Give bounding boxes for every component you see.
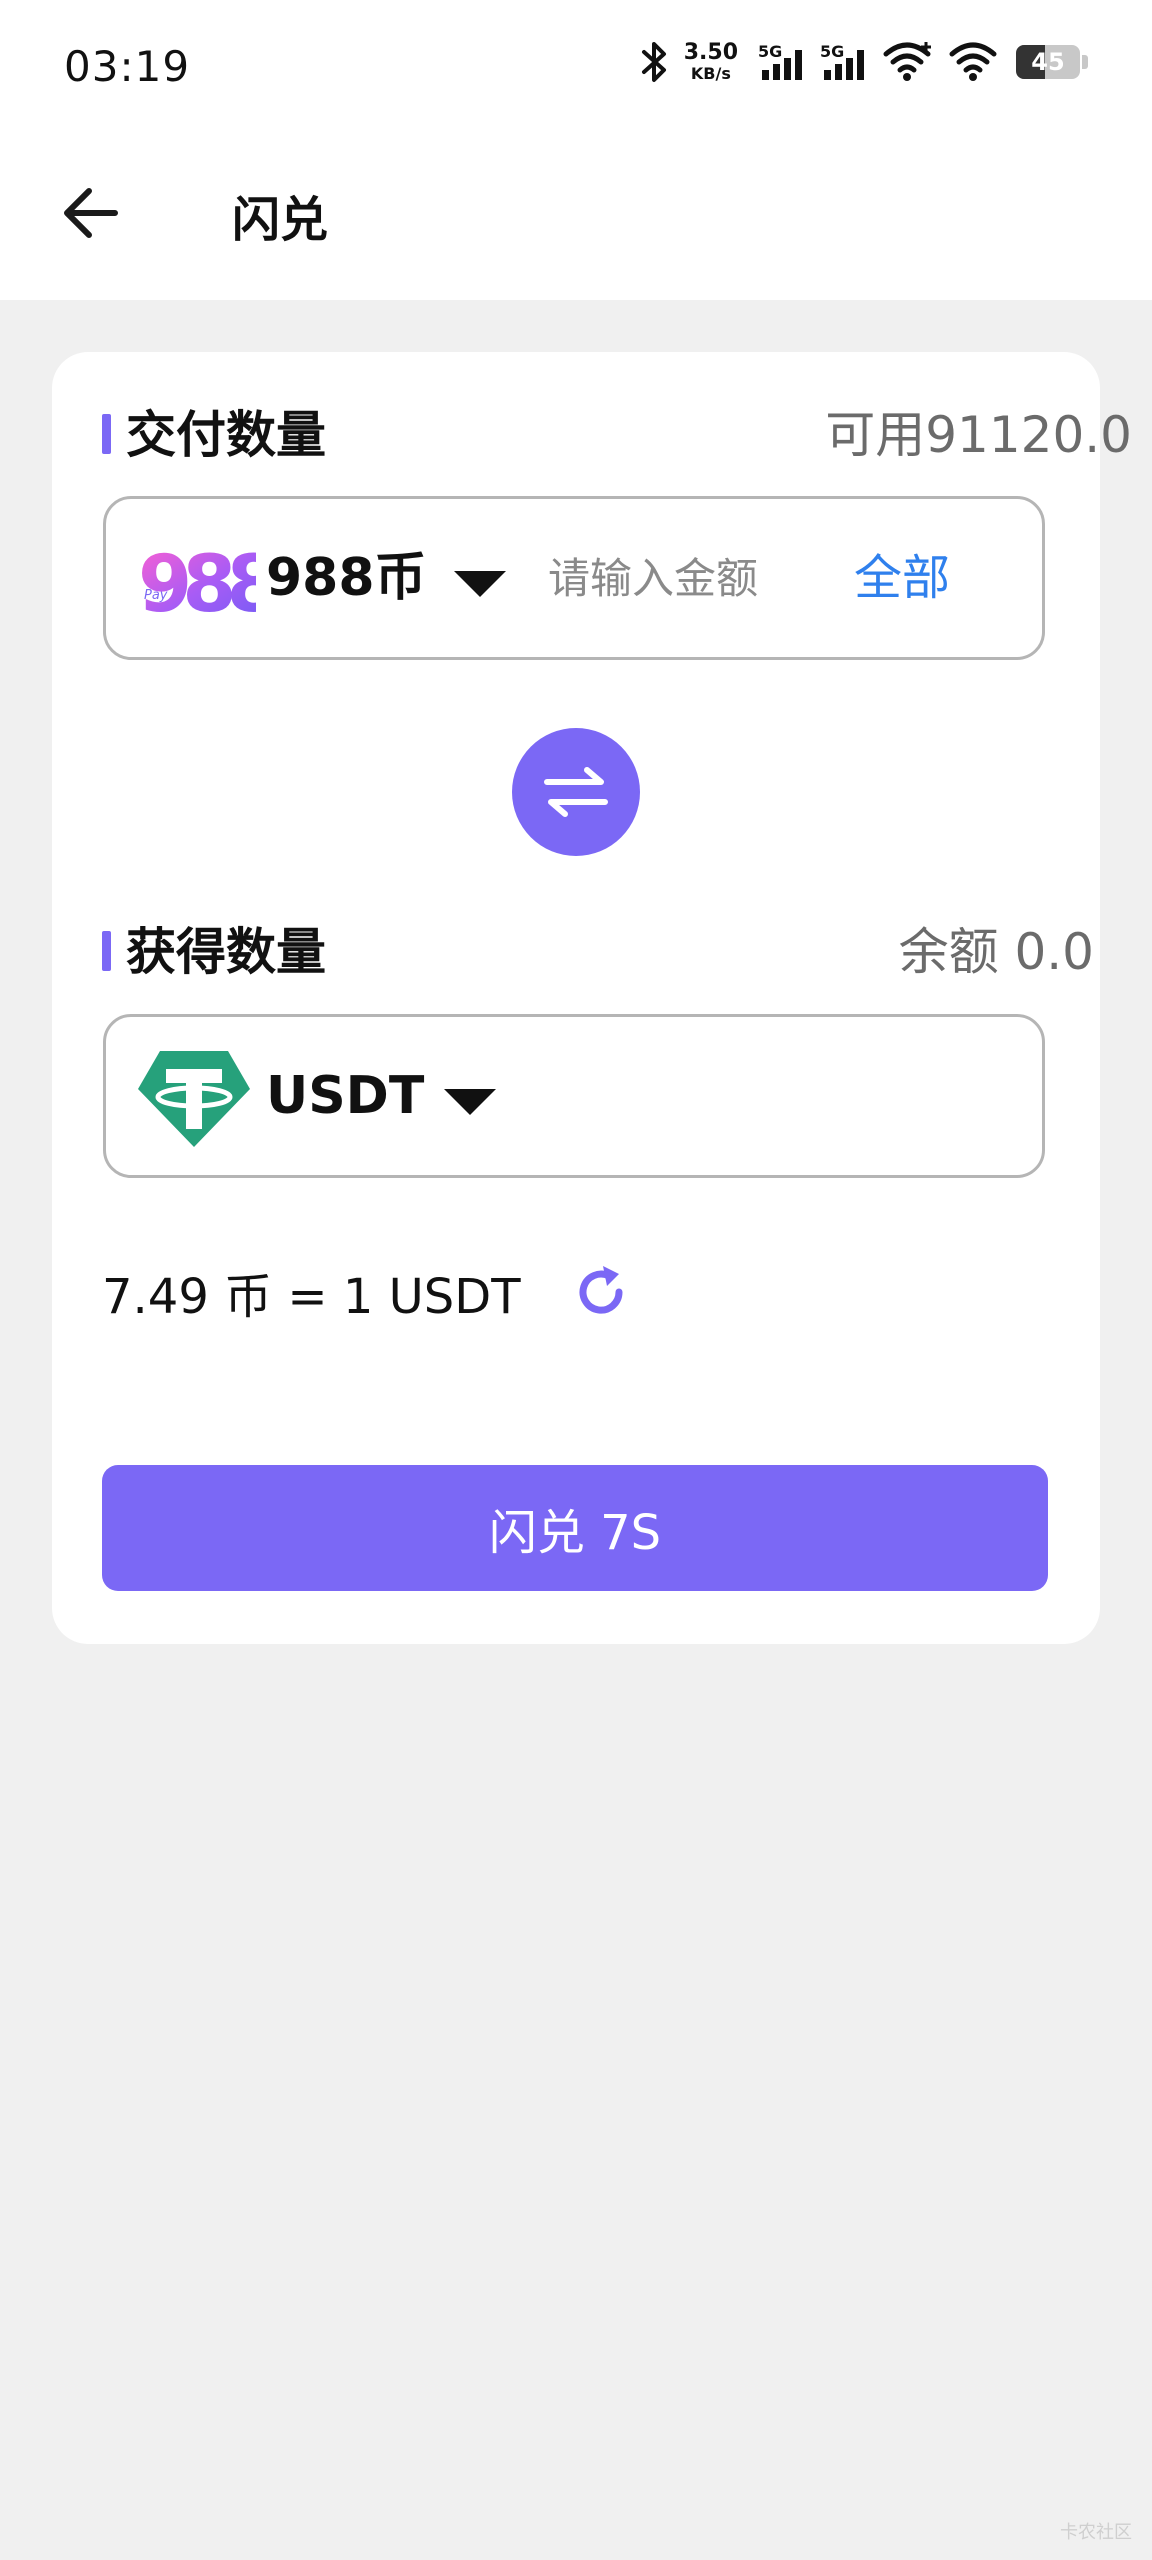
- exchange-rate-text: 7.49 币 = 1 USDT: [102, 1269, 521, 1325]
- coin-988-logo-sub: Pay: [144, 588, 168, 603]
- page-header: 闪兑: [0, 140, 1152, 300]
- pay-section-header: 交付数量 可用91120.0: [102, 400, 1132, 470]
- page-title: 闪兑: [232, 192, 329, 248]
- net-speed: 3.50 KB/s: [684, 42, 738, 82]
- receive-section-title: 获得数量: [126, 923, 326, 981]
- cell-signal-2-icon: 5G: [820, 42, 870, 82]
- exchange-rate-row: 7.49 币 = 1 USDT: [102, 1252, 631, 1332]
- flash-exchange-button[interactable]: 闪兑 7S: [102, 1465, 1048, 1591]
- status-bar: 03:19 3.50 KB/s 5G 5G 45: [0, 0, 1152, 140]
- receive-balance: 余额 0.0: [898, 923, 1094, 981]
- refresh-icon[interactable]: [571, 1262, 631, 1322]
- watermark: 卡农社区: [1060, 2522, 1132, 2543]
- coin-988-logo-text: 988: [138, 543, 256, 621]
- battery-cap: [1082, 55, 1088, 69]
- net-speed-value: 3.50: [683, 40, 738, 65]
- arrow-left-icon: [64, 188, 118, 238]
- section-accent-bar: [102, 931, 111, 971]
- swap-arrows-icon: [544, 767, 608, 817]
- battery-icon: 45: [1016, 45, 1080, 79]
- receive-coin-dropdown-icon[interactable]: [442, 1085, 498, 1119]
- tether-logo-icon: [138, 1051, 250, 1147]
- battery-level: 45: [1031, 48, 1065, 76]
- cell-signal-1-icon: 5G: [758, 42, 808, 82]
- swap-direction-button[interactable]: [512, 728, 640, 856]
- amount-input[interactable]: [548, 539, 848, 617]
- receive-coin-box: USDT: [103, 1014, 1045, 1178]
- pay-coin-box: 988 Pay 988币 全部: [103, 496, 1045, 660]
- receive-coin-name[interactable]: USDT: [266, 1017, 424, 1175]
- receive-section-header: 获得数量 余额 0.0: [102, 917, 1132, 987]
- status-icons: 3.50 KB/s 5G 5G 45: [638, 40, 1088, 84]
- pay-section-title: 交付数量: [126, 406, 326, 464]
- back-button[interactable]: [56, 178, 126, 248]
- available-balance: 可用91120.0: [825, 406, 1132, 464]
- pay-coin-dropdown-icon[interactable]: [452, 567, 508, 601]
- net-speed-unit: KB/s: [690, 64, 731, 83]
- all-amount-button[interactable]: 全部: [854, 499, 950, 657]
- section-accent-bar: [102, 414, 111, 454]
- bluetooth-icon: [641, 42, 666, 82]
- coin-988-logo-icon: 988 Pay: [138, 543, 256, 621]
- exchange-card: 交付数量 可用91120.0 988 Pay 988币 全部: [52, 352, 1132, 1644]
- pay-coin-name[interactable]: 988币: [266, 499, 427, 657]
- wifi-icon: [949, 42, 997, 81]
- wifi-plus-icon: [883, 42, 931, 81]
- status-time: 03:19: [64, 42, 191, 91]
